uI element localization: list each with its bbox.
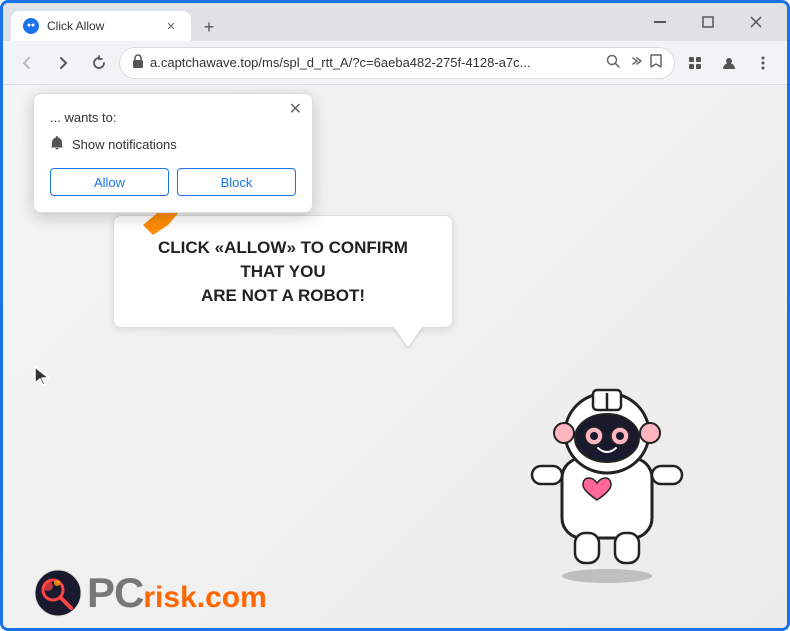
robot-container bbox=[507, 328, 707, 568]
popup-site-text: ... wants to: bbox=[50, 110, 296, 125]
active-tab[interactable]: Click Allow ✕ bbox=[11, 11, 191, 41]
logo-area: PCrisk.com bbox=[33, 568, 267, 618]
search-icon[interactable] bbox=[606, 54, 620, 71]
logo-risk: r bbox=[143, 581, 155, 615]
address-bar[interactable]: a.captchawave.top/ms/spl_d_rtt_A/?c=6aeb… bbox=[119, 47, 675, 79]
bookmark-icon[interactable] bbox=[650, 54, 662, 71]
minimize-button[interactable] bbox=[637, 6, 683, 38]
popup-buttons: Allow Block bbox=[50, 168, 296, 196]
permission-label: Show notifications bbox=[72, 137, 177, 152]
window-controls bbox=[637, 6, 779, 38]
bubble-text-line2: ARE NOT A ROBOT! bbox=[138, 284, 428, 308]
tab-favicon bbox=[23, 18, 39, 34]
popup-permission-row: Show notifications bbox=[50, 135, 296, 154]
robot-svg bbox=[507, 328, 707, 588]
cursor-icon bbox=[33, 365, 53, 387]
tab-close-button[interactable]: ✕ bbox=[163, 18, 179, 34]
forward-button[interactable] bbox=[47, 47, 79, 79]
reload-button[interactable] bbox=[83, 47, 115, 79]
bell-icon bbox=[50, 135, 64, 154]
logo-text: PCrisk.com bbox=[87, 569, 267, 617]
url-text: a.captchawave.top/ms/spl_d_rtt_A/?c=6aeb… bbox=[150, 55, 600, 70]
page-content: ✕ ... wants to: Show notifications Allow… bbox=[3, 85, 787, 628]
logo-pc: PC bbox=[87, 569, 143, 617]
maximize-button[interactable] bbox=[685, 6, 731, 38]
close-window-button[interactable] bbox=[733, 6, 779, 38]
block-button[interactable]: Block bbox=[177, 168, 296, 196]
notification-popup: ✕ ... wants to: Show notifications Allow… bbox=[33, 93, 313, 213]
share-icon[interactable] bbox=[628, 54, 642, 71]
lock-icon bbox=[132, 54, 144, 71]
logo-icon bbox=[33, 568, 83, 618]
tab-title: Click Allow bbox=[47, 19, 155, 33]
title-bar: Click Allow ✕ + bbox=[3, 3, 787, 41]
profile-button[interactable] bbox=[713, 47, 745, 79]
logo-risk-suffix: isk.com bbox=[155, 581, 267, 615]
mouse-cursor bbox=[33, 365, 53, 392]
back-button[interactable] bbox=[11, 47, 43, 79]
toolbar-actions bbox=[679, 47, 779, 79]
extensions-button[interactable] bbox=[679, 47, 711, 79]
tab-area: Click Allow ✕ + bbox=[11, 3, 633, 41]
popup-close-button[interactable]: ✕ bbox=[289, 102, 302, 118]
toolbar: a.captchawave.top/ms/spl_d_rtt_A/?c=6aeb… bbox=[3, 41, 787, 85]
allow-button[interactable]: Allow bbox=[50, 168, 169, 196]
browser-frame: Click Allow ✕ + bbox=[0, 0, 790, 631]
new-tab-button[interactable]: + bbox=[195, 13, 223, 41]
menu-button[interactable] bbox=[747, 47, 779, 79]
